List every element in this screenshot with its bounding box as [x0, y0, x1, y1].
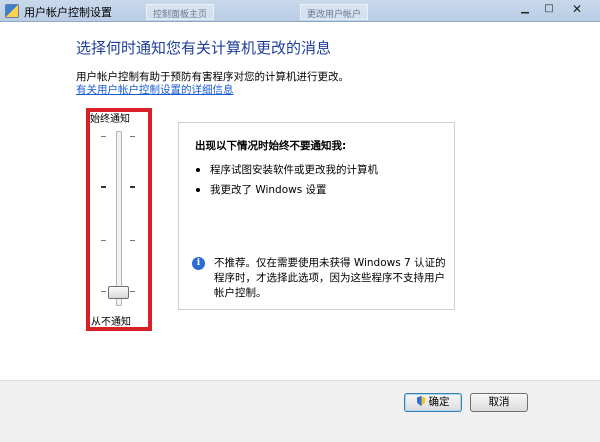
list-item: 我更改了 Windows 设置 — [196, 182, 327, 197]
cancel-button[interactable]: 取消 — [470, 393, 528, 412]
page-title: 选择何时通知您有关计算机更改的消息 — [76, 39, 332, 57]
bullet-icon — [196, 188, 200, 192]
close-button[interactable]: ✕ — [566, 2, 588, 18]
title-bar: 用户帐户控制设置 控制面板主页 更改用户帐户 ▁ □ ✕ — [0, 0, 600, 22]
slider-tick — [101, 291, 106, 292]
slider-tick — [130, 186, 135, 188]
background-window-tab: 控制面板主页 — [146, 4, 215, 20]
info-icon: i — [192, 257, 205, 270]
background-window-tab: 更改用户帐户 — [300, 4, 369, 20]
minimize-button[interactable]: ▁ — [514, 2, 536, 18]
list-item-label: 程序试图安装软件或更改我的计算机 — [210, 164, 378, 176]
slider-tick — [130, 240, 135, 241]
list-item: 程序试图安装软件或更改我的计算机 — [196, 162, 378, 177]
slider-tick — [130, 291, 135, 292]
window-title: 用户帐户控制设置 — [24, 6, 112, 19]
slider-tick — [101, 136, 106, 137]
level-description-title: 出现以下情况时始终不要通知我: — [195, 140, 347, 152]
details-link[interactable]: 有关用户帐户控制设置的详细信息 — [76, 82, 234, 97]
slider-tick — [130, 136, 135, 137]
slider-tick — [101, 186, 106, 188]
maximize-button[interactable]: □ — [538, 2, 560, 18]
slider-bottom-label: 从不通知 — [91, 317, 131, 328]
ok-button-label: 确定 — [428, 396, 450, 408]
uac-shield-icon — [416, 396, 426, 406]
uac-shield-icon — [5, 4, 19, 18]
notification-slider-track[interactable] — [116, 131, 122, 306]
slider-top-label: 始终通知 — [90, 114, 130, 125]
bullet-icon — [196, 168, 200, 172]
notification-slider-thumb[interactable] — [108, 286, 129, 299]
recommendation-note: 不推荐。仅在需要使用未获得 Windows 7 认证的程序时，才选择此选项，因为… — [214, 257, 446, 299]
ok-button[interactable]: 确定 — [404, 393, 462, 412]
list-item-label: 我更改了 Windows 设置 — [210, 184, 327, 196]
slider-tick — [101, 240, 106, 241]
